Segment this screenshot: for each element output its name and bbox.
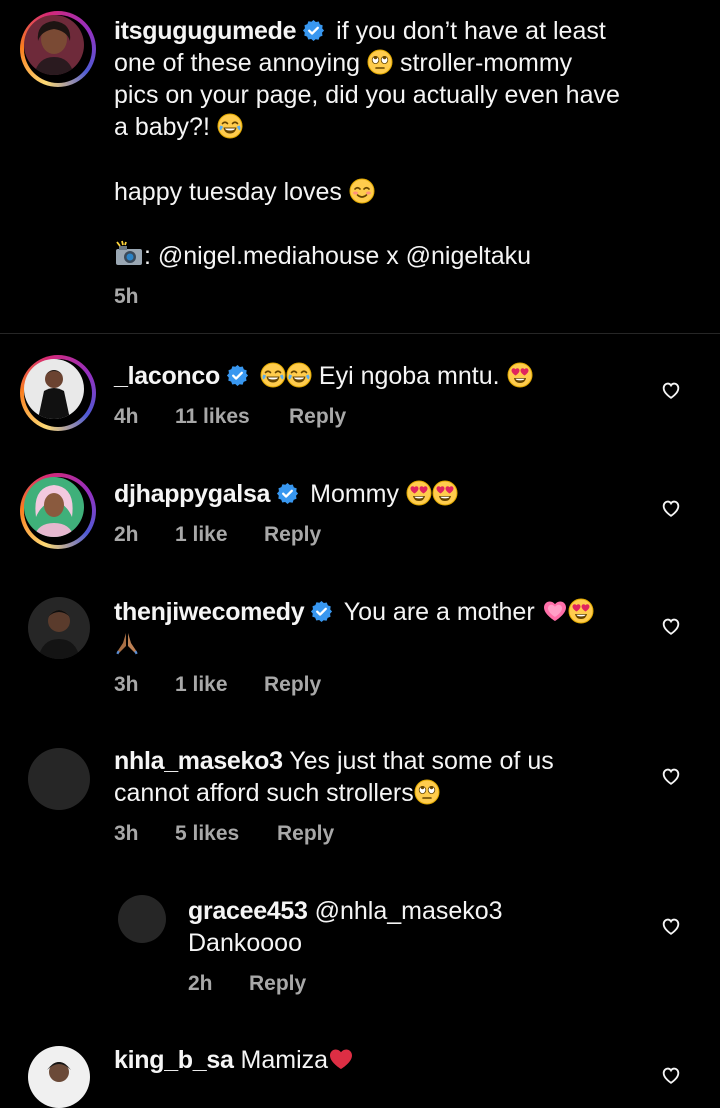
reply-button[interactable]: Reply — [289, 405, 346, 429]
face-rolling-eyes-icon — [367, 49, 393, 75]
comment-likes[interactable]: 5 likes — [175, 822, 239, 846]
like-heart-icon[interactable] — [660, 615, 682, 637]
comment-time: 3h — [114, 822, 139, 845]
avatar — [24, 477, 84, 537]
face-rolling-eyes-icon — [414, 779, 440, 805]
avatar — [24, 359, 84, 419]
caption-time: 5h — [114, 285, 139, 308]
caption-line: stroller-mommy — [399, 49, 573, 77]
like-heart-icon[interactable] — [660, 497, 682, 519]
heart-eyes-icon — [507, 362, 533, 388]
verified-badge-icon — [310, 600, 333, 623]
heart-eyes-icon — [432, 480, 458, 506]
caption-credits[interactable]: : @nigel.mediahouse x @nigeltaku — [144, 242, 531, 270]
tears-of-joy-icon — [286, 362, 312, 388]
comment-likes[interactable]: 1 like — [175, 523, 228, 547]
avatar — [24, 15, 84, 75]
caption-line: a baby?! — [114, 113, 210, 141]
red-heart-icon — [328, 1046, 354, 1072]
folded-hands-icon — [114, 630, 140, 656]
caption-line: if you don’t have at least — [336, 17, 606, 45]
comment-text: cannot afford such strollers — [114, 779, 414, 807]
verified-badge-icon — [302, 19, 325, 42]
smiling-face-icon — [349, 178, 375, 204]
comment-username[interactable]: nhla_maseko3 — [114, 747, 283, 775]
heart-eyes-icon — [406, 480, 432, 506]
comment-time: 2h — [188, 972, 213, 995]
divider — [0, 333, 720, 334]
mention-link[interactable]: @nhla_maseko3 — [315, 897, 503, 925]
caption-username[interactable]: itsgugugumede — [114, 17, 297, 45]
camera-flash-icon — [114, 240, 144, 268]
comment-likes[interactable]: 1 like — [175, 673, 228, 697]
tears-of-joy-icon — [260, 362, 286, 388]
reply-button[interactable]: Reply — [264, 523, 321, 547]
avatar[interactable] — [28, 1046, 90, 1108]
comment-text: Yes just that some of us — [289, 747, 554, 775]
verified-badge-icon — [226, 364, 249, 387]
comment-text: You are a mother — [343, 598, 535, 626]
reply-button[interactable]: Reply — [264, 673, 321, 697]
comment-time: 2h — [114, 523, 139, 546]
comment-username[interactable]: king_b_sa — [114, 1046, 234, 1074]
reply-button[interactable]: Reply — [249, 972, 306, 996]
comment-time: 4h — [114, 405, 139, 428]
comment-time: 3h — [114, 673, 139, 696]
comment-text: Mommy — [310, 480, 400, 508]
avatar[interactable] — [28, 597, 90, 659]
comment-username[interactable]: thenjiwecomedy — [114, 598, 305, 626]
comment-username[interactable]: gracee453 — [188, 897, 308, 925]
comment-text: Dankoooo — [188, 929, 302, 957]
comment-username[interactable]: djhappygalsa — [114, 480, 270, 508]
reply-button[interactable]: Reply — [277, 822, 334, 846]
tears-of-joy-icon — [217, 113, 243, 139]
comment-text: Mamiza — [240, 1046, 329, 1074]
post-caption: itsgugugumede if you don’t have at least… — [0, 0, 720, 334]
heart-eyes-icon — [568, 598, 594, 624]
comment-likes[interactable]: 11 likes — [175, 405, 250, 429]
avatar[interactable] — [118, 895, 166, 943]
comment-text: Eyi ngoba mntu. — [318, 362, 500, 390]
pink-heart-icon — [542, 598, 568, 624]
avatar[interactable] — [28, 748, 90, 810]
caption-avatar[interactable] — [20, 11, 96, 87]
comment-avatar[interactable] — [20, 473, 96, 549]
comment-avatar[interactable] — [20, 355, 96, 431]
comment-username[interactable]: _laconco — [114, 362, 220, 390]
like-heart-icon[interactable] — [660, 1064, 682, 1086]
like-heart-icon[interactable] — [660, 915, 682, 937]
verified-badge-icon — [276, 482, 299, 505]
caption-line: one of these annoying — [114, 49, 361, 77]
caption-line: happy tuesday loves — [114, 178, 342, 206]
like-heart-icon[interactable] — [660, 765, 682, 787]
caption-line: pics on your page, did you actually even… — [114, 81, 620, 109]
like-heart-icon[interactable] — [660, 379, 682, 401]
